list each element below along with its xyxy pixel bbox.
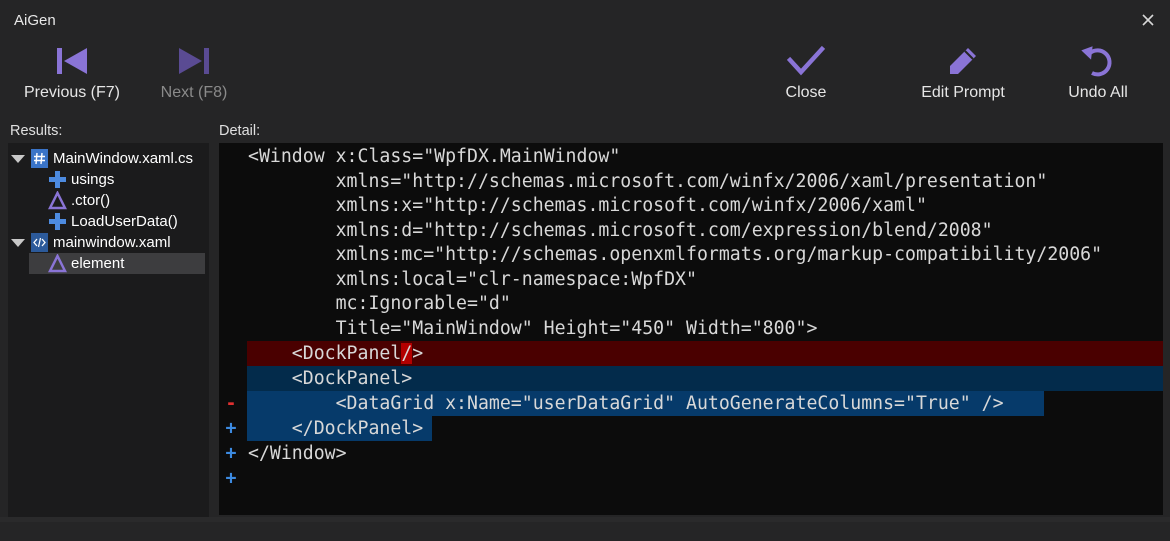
code-line: mc:Ignorable="d" <box>219 291 1163 316</box>
tree-item-usings[interactable]: usings <box>48 169 114 190</box>
tree-file-label: MainWindow.xaml.cs <box>53 150 194 167</box>
undo-all-label: Undo All <box>1068 84 1128 101</box>
code-text: Title="MainWindow" Height="450" Width="8… <box>248 318 818 339</box>
tree-file-mainwindow-xaml[interactable]: mainwindow.xaml <box>11 232 171 253</box>
tree-item-label: usings <box>71 171 115 188</box>
code-line: xmlns:mc="http://schemas.openxmlformats.… <box>219 242 1163 267</box>
code-text-segment: > <box>412 343 424 364</box>
undo-icon <box>1081 46 1112 77</box>
tree-item-label: LoadUserData() <box>71 213 178 230</box>
detail-code-view[interactable]: <Window x:Class="WpfDX.MainWindow" xmlns… <box>219 143 1163 515</box>
previous-icon <box>57 48 87 74</box>
previous-button[interactable]: Previous (F7) <box>20 44 124 110</box>
code-line: xmlns:d="http://schemas.microsoft.com/ex… <box>219 218 1163 243</box>
undo-all-button[interactable]: Undo All <box>1062 44 1134 110</box>
code-line-removed: - <DockPanel/> <box>219 341 1163 414</box>
detail-label: Detail: <box>219 123 261 139</box>
close-button[interactable]: Close <box>778 44 834 110</box>
close-label: Close <box>785 84 827 101</box>
tree-item-label: element <box>71 255 125 272</box>
code-line: </Window> <box>219 441 1163 466</box>
code-line: xmlns:local="clr-namespace:WpfDX" <box>219 267 1163 292</box>
code-line: xmlns:x="http://schemas.microsoft.com/wi… <box>219 193 1163 218</box>
code-text-segment: <DockPanel <box>248 343 402 364</box>
next-icon <box>179 48 209 74</box>
checkmark-icon <box>787 45 825 76</box>
tree-item-element[interactable]: element <box>29 253 205 274</box>
code-line-added: + <DockPanel> <box>219 366 1163 439</box>
next-button[interactable]: Next (F8) <box>152 44 236 110</box>
code-line-added: + </DockPanel> <box>219 416 1163 489</box>
edit-prompt-label: Edit Prompt <box>921 84 1005 101</box>
edit-prompt-button[interactable]: Edit Prompt <box>914 44 1012 110</box>
code-text: xmlns:d="http://schemas.microsoft.com/ex… <box>248 220 993 241</box>
code-text: <DockPanel/> <box>248 341 423 366</box>
csharp-file-icon <box>31 149 48 168</box>
expand-arrow-icon[interactable] <box>11 154 25 163</box>
results-tree[interactable]: MainWindow.xaml.cs usings .ctor() LoadUs… <box>8 143 209 517</box>
code-line: Title="MainWindow" Height="450" Width="8… <box>219 316 1163 341</box>
pencil-icon <box>950 48 976 74</box>
code-text: <DataGrid x:Name="userDataGrid" AutoGene… <box>248 393 1004 414</box>
code-text: xmlns:mc="http://schemas.openxmlformats.… <box>248 244 1103 265</box>
code-text: <DockPanel> <box>248 368 413 389</box>
xaml-file-icon <box>31 233 48 252</box>
code-text: xmlns:local="clr-namespace:WpfDX" <box>248 269 697 290</box>
tree-item-loaduserdata[interactable]: LoadUserData() <box>48 211 178 232</box>
code-line: <Window x:Class="WpfDX.MainWindow" <box>219 144 1163 169</box>
triangle-icon <box>48 191 67 210</box>
code-text: mc:Ignorable="d" <box>248 293 511 314</box>
text-cursor: / <box>401 343 413 364</box>
triangle-icon <box>48 254 67 273</box>
tree-file-mainwindow-xaml-cs[interactable]: MainWindow.xaml.cs <box>11 148 193 169</box>
window-close-icon[interactable] <box>1138 9 1158 31</box>
tree-file-label: mainwindow.xaml <box>53 234 171 251</box>
code-line: xmlns="http://schemas.microsoft.com/winf… <box>219 169 1163 194</box>
expand-arrow-icon[interactable] <box>11 238 25 247</box>
code-line-added: + <DataGrid x:Name="userDataGrid" AutoGe… <box>219 391 1163 464</box>
next-label: Next (F8) <box>160 84 228 101</box>
plus-icon <box>49 171 66 188</box>
tree-item-label: .ctor() <box>71 192 111 209</box>
code-text: <Window x:Class="WpfDX.MainWindow" <box>248 146 621 167</box>
code-text: xmlns:x="http://schemas.microsoft.com/wi… <box>248 195 927 216</box>
tree-item-ctor[interactable]: .ctor() <box>48 190 110 211</box>
window-title: AiGen <box>14 12 56 29</box>
code-text: </Window> <box>248 443 347 464</box>
previous-label: Previous (F7) <box>23 84 121 101</box>
footer-strip <box>0 517 1170 522</box>
code-text: </DockPanel> <box>248 418 424 439</box>
code-text: xmlns="http://schemas.microsoft.com/winf… <box>248 171 1048 192</box>
title-bar: AiGen <box>0 0 1170 42</box>
results-label: Results: <box>10 123 63 139</box>
plus-icon <box>49 213 66 230</box>
